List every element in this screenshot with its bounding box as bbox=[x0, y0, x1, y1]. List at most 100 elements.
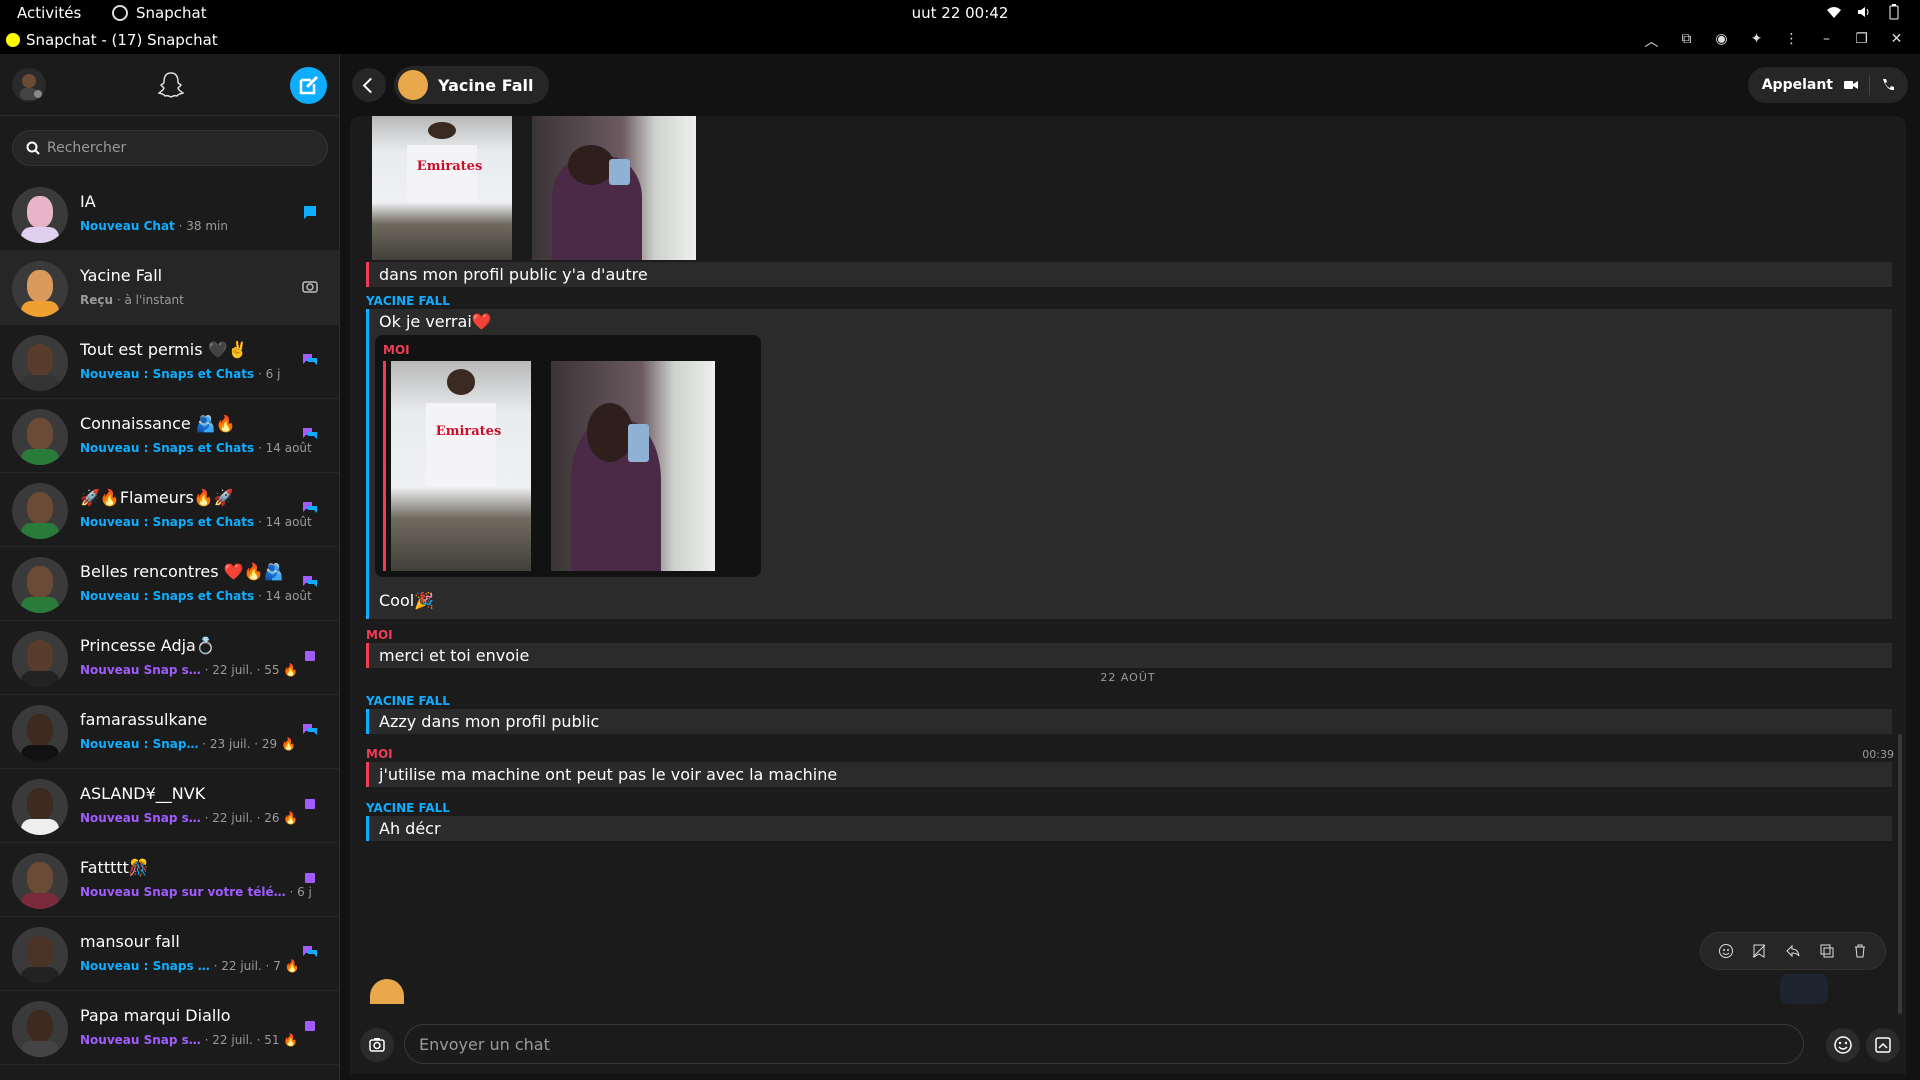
snap-square-icon[interactable] bbox=[302, 870, 318, 886]
system-top-bar: Activités Snapchat uut 22 00:42 bbox=[0, 0, 1920, 27]
chat-name: mansour fall bbox=[80, 932, 180, 951]
trash-icon[interactable] bbox=[1852, 943, 1868, 959]
search-input[interactable] bbox=[47, 131, 317, 165]
window-title-text: Snapchat - (17) Snapchat bbox=[26, 31, 218, 49]
message-moi-1[interactable]: dans mon profil public y'a d'autre bbox=[366, 262, 1892, 287]
chat-avatar bbox=[12, 335, 68, 391]
sender-label: YACINE FALL bbox=[366, 694, 450, 708]
reply-icon[interactable] bbox=[1785, 943, 1801, 959]
group-chat-icon[interactable] bbox=[302, 426, 318, 442]
group-chat-icon[interactable] bbox=[302, 574, 318, 590]
react-icon[interactable] bbox=[1718, 943, 1734, 959]
photo-phone bbox=[628, 424, 650, 462]
snap-square-icon[interactable] bbox=[302, 796, 318, 812]
group-chat-icon[interactable] bbox=[302, 944, 318, 960]
message-yacine-3[interactable]: Ah décr bbox=[366, 816, 1892, 841]
photo-person-head bbox=[447, 369, 475, 395]
chat-status: Nouveau : Snaps … bbox=[80, 959, 210, 973]
chat-list-item[interactable]: 🚀🔥Flameurs🔥🚀 Nouveau : Snaps et Chats · 1… bbox=[0, 473, 339, 547]
message-timestamp: 00:39 bbox=[1862, 748, 1894, 761]
chat-status: Reçu bbox=[80, 293, 114, 307]
chat-name: Tout est permis 🖤✌️ bbox=[80, 340, 248, 359]
system-tray[interactable] bbox=[1826, 4, 1902, 20]
chat-list-item[interactable]: Papa marqui Diallo Nouveau Snap s… · 22 j… bbox=[0, 991, 339, 1065]
chat-list-item[interactable]: Yacine Fall Reçu · à l'instant bbox=[0, 251, 339, 325]
emoji-button[interactable] bbox=[1826, 1028, 1860, 1062]
message-yacine-1[interactable]: Ok je verrai❤️ MOI Emirates Cool🎉 bbox=[366, 309, 1892, 619]
app-menu[interactable]: Snapchat bbox=[112, 4, 207, 22]
clock[interactable]: uut 22 00:42 bbox=[0, 4, 1920, 22]
chat-list-item[interactable]: mansour fall Nouveau : Snaps … · 22 juil.… bbox=[0, 917, 339, 991]
quoted-photo-selfie[interactable] bbox=[551, 361, 715, 571]
message-input[interactable] bbox=[405, 1025, 1803, 1063]
contact-pill[interactable]: Yacine Fall bbox=[394, 66, 550, 104]
chat-list-item[interactable]: Fattttt🎊 Nouveau Snap sur votre télé… · 6… bbox=[0, 843, 339, 917]
chat-status: Nouveau : Snaps et Chats bbox=[80, 441, 255, 455]
unsave-icon[interactable] bbox=[1751, 943, 1767, 959]
chat-time: · 23 juil. · 29 🔥 bbox=[202, 737, 296, 751]
chat-avatar bbox=[12, 705, 68, 761]
quoted-bar bbox=[383, 361, 386, 571]
minimize-icon[interactable]: – bbox=[1819, 31, 1834, 48]
group-chat-icon[interactable] bbox=[302, 500, 318, 516]
chat-list-item[interactable]: Tout est permis 🖤✌️ Nouveau : Snaps et Ch… bbox=[0, 325, 339, 399]
photo-message-jersey[interactable]: Emirates bbox=[372, 116, 512, 260]
message-field[interactable] bbox=[404, 1024, 1804, 1064]
call-controls[interactable]: Appelant bbox=[1747, 67, 1908, 103]
chat-time: · 14 août bbox=[258, 515, 312, 529]
chat-meta: Nouveau : Snap… · 23 juil. · 29 🔥 bbox=[80, 737, 296, 751]
chat-list-item[interactable]: IA Nouveau Chat · 38 min bbox=[0, 177, 339, 251]
sticker-button[interactable] bbox=[1866, 1028, 1900, 1062]
window-title-bar[interactable]: Snapchat - (17) Snapchat ︿ ⧉ ◉ ✦ ⋮ – ❐ ✕ bbox=[0, 27, 1920, 54]
chat-list-item[interactable]: Belles rencontres ❤️🔥🫂 Nouveau : Snaps et… bbox=[0, 547, 339, 621]
chat-time: · 14 août bbox=[258, 589, 312, 603]
video-call-icon[interactable] bbox=[1843, 78, 1859, 92]
thread-scrollbar[interactable] bbox=[1898, 734, 1902, 1014]
close-icon[interactable]: ✕ bbox=[1889, 31, 1904, 48]
group-chat-icon[interactable] bbox=[302, 352, 318, 368]
back-button[interactable] bbox=[352, 68, 386, 102]
more-vert-icon[interactable]: ⋮ bbox=[1784, 31, 1799, 48]
chat-time: · 22 juil. · 55 🔥 bbox=[204, 663, 299, 677]
conversation-pane: Yacine Fall Appelant Emirates dans mon p… bbox=[340, 54, 1920, 1080]
chat-list-item[interactable]: ASLAND¥__NVK Nouveau Snap s… · 22 juil. ·… bbox=[0, 769, 339, 843]
sender-label: MOI bbox=[366, 747, 393, 761]
chat-bubble-icon[interactable] bbox=[302, 204, 318, 220]
chat-list-item[interactable]: Connaissance 🫂🔥 Nouveau : Snaps et Chats … bbox=[0, 399, 339, 473]
camera-icon[interactable] bbox=[302, 278, 318, 294]
message-thread[interactable]: Emirates dans mon profil public y'a d'au… bbox=[350, 116, 1906, 1066]
ghost-icon[interactable] bbox=[156, 70, 186, 100]
message-moi-2[interactable]: merci et toi envoie bbox=[366, 643, 1892, 668]
photo-message-selfie[interactable] bbox=[532, 116, 696, 260]
camera-button[interactable] bbox=[360, 1028, 394, 1062]
chevron-up-icon[interactable]: ︿ bbox=[1644, 31, 1659, 50]
quoted-photo-jersey[interactable]: Emirates bbox=[391, 361, 531, 571]
group-chat-icon[interactable] bbox=[302, 722, 318, 738]
message-moi-3[interactable]: j'utilise ma machine ont peut pas le voi… bbox=[366, 762, 1892, 787]
new-chat-button[interactable] bbox=[290, 67, 327, 104]
my-avatar[interactable] bbox=[12, 68, 46, 102]
snap-square-icon[interactable] bbox=[302, 1018, 318, 1034]
restore-icon[interactable]: ❐ bbox=[1854, 31, 1869, 48]
activities-button[interactable]: Activités bbox=[17, 4, 81, 22]
message-text: Ok je verrai❤️ bbox=[379, 312, 492, 331]
search-icon bbox=[26, 141, 40, 155]
snapchat-app-icon bbox=[112, 5, 128, 21]
chat-status: Nouveau Snap s… bbox=[80, 663, 201, 677]
puzzle-icon[interactable]: ✦ bbox=[1749, 31, 1764, 48]
eye-icon[interactable]: ◉ bbox=[1714, 31, 1729, 48]
copy-icon[interactable] bbox=[1819, 943, 1835, 959]
photo-person-head bbox=[428, 121, 456, 140]
chat-meta: Nouveau Snap sur votre télé… · 6 j bbox=[80, 885, 312, 899]
chat-meta: Nouveau : Snaps et Chats · 6 j bbox=[80, 367, 280, 381]
search-bar[interactable] bbox=[12, 130, 328, 166]
photo-phone bbox=[609, 159, 631, 186]
chat-avatar bbox=[12, 631, 68, 687]
phone-icon[interactable] bbox=[1880, 78, 1896, 92]
chat-list-item[interactable]: Princesse Adja💍 Nouveau Snap s… · 22 juil… bbox=[0, 621, 339, 695]
translate-icon[interactable]: ⧉ bbox=[1679, 31, 1694, 48]
snap-square-icon[interactable] bbox=[302, 648, 318, 664]
message-yacine-2[interactable]: Azzy dans mon profil public bbox=[366, 709, 1892, 734]
quoted-message[interactable]: MOI Emirates bbox=[375, 335, 761, 577]
chat-list-item[interactable]: famarassulkane Nouveau : Snap… · 23 juil.… bbox=[0, 695, 339, 769]
